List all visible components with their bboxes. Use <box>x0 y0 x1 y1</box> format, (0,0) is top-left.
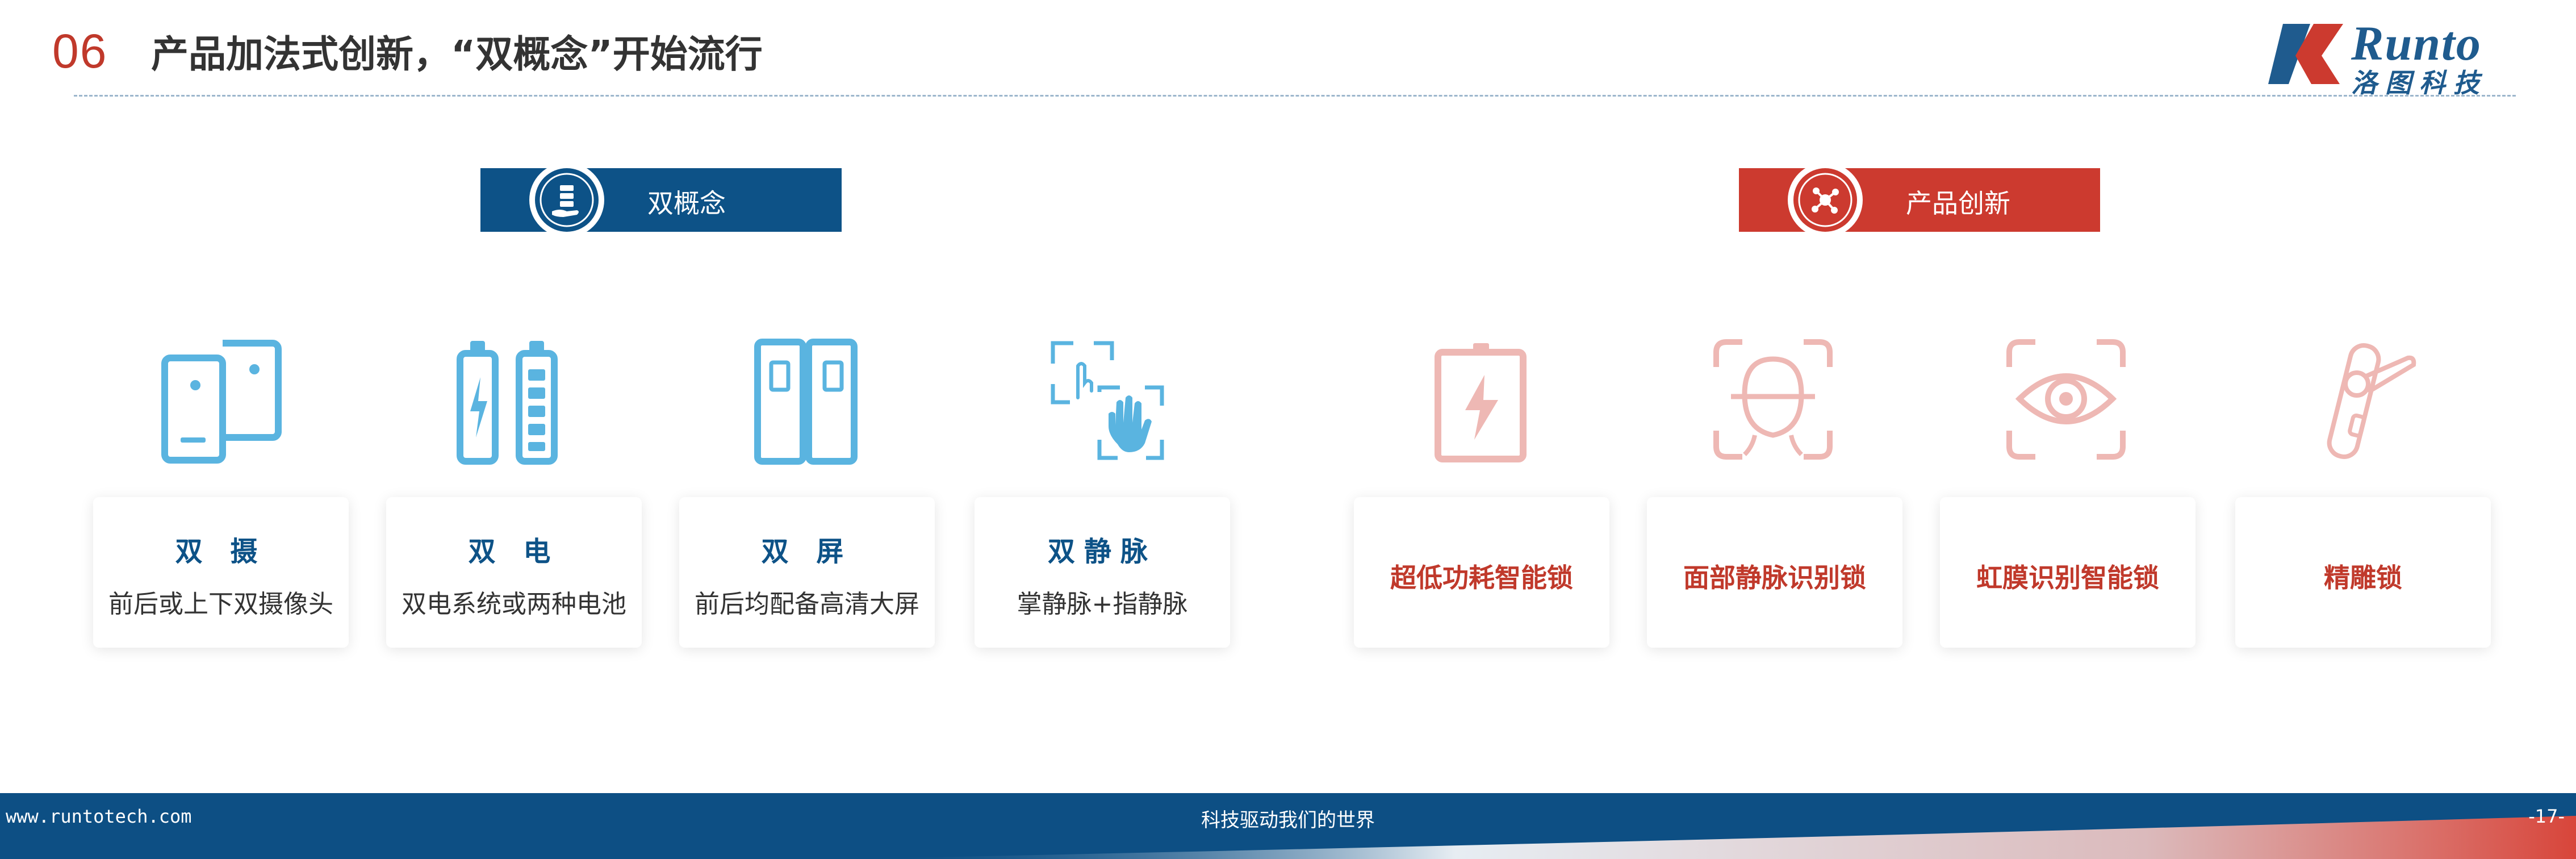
card-description: 双电系统或两种电池 <box>402 590 626 619</box>
face-scan-icon <box>1713 339 1833 460</box>
dual-concept-banner: 双概念 <box>480 162 842 237</box>
dual-vein-card: 双静脉 掌静脉+指静脉 <box>975 497 1230 648</box>
low-power-icon <box>1435 343 1527 462</box>
section-number: 06 <box>52 24 108 78</box>
iris-lock-card: 虹膜识别智能锁 <box>1940 497 2196 648</box>
iris-scan-icon <box>2006 339 2126 460</box>
page-title: 产品加法式创新，“双概念”开始流行 <box>151 32 763 76</box>
molecule-icon <box>1793 168 1857 232</box>
dual-camera-card: 双 摄 前后或上下双摄像头 <box>93 497 349 648</box>
card-title: 超低功耗智能锁 <box>1390 562 1573 593</box>
product-innovation-banner: 产品创新 <box>1739 162 2100 237</box>
footer-bar: www.runtotech.com 科技驱动我们的世界 -17- <box>0 793 2576 859</box>
card-title: 双 电 <box>468 536 560 568</box>
header-divider <box>74 95 2516 97</box>
low-power-lock-card: 超低功耗智能锁 <box>1354 497 1609 648</box>
card-description: 前后均配备高清大屏 <box>695 590 919 619</box>
card-title: 双 摄 <box>175 536 267 568</box>
card-title: 精雕锁 <box>2324 562 2402 593</box>
face-vein-lock-card: 面部静脉识别锁 <box>1647 497 1902 648</box>
product-innovation-label: 产品创新 <box>1906 188 2010 219</box>
card-description: 掌静脉+指静脉 <box>1017 590 1188 619</box>
card-title: 双静脉 <box>1047 536 1157 568</box>
card-title: 面部静脉识别锁 <box>1683 562 1866 593</box>
card-title: 虹膜识别智能锁 <box>1976 562 2159 593</box>
logo-mark-icon <box>2268 24 2343 84</box>
palm-vein-icon <box>1051 341 1164 460</box>
card-title: 双 屏 <box>761 536 853 568</box>
carved-lock-card: 精雕锁 <box>2235 497 2491 648</box>
dual-screen-card: 双 屏 前后均配备高清大屏 <box>679 497 935 648</box>
dual-battery-icon <box>457 341 558 465</box>
hand-stack-icon <box>535 168 599 232</box>
dual-phone-icon <box>161 340 282 464</box>
dual-screen-icon <box>754 339 858 465</box>
page-number: -17- <box>2528 806 2565 827</box>
door-handle-icon <box>2327 343 2416 459</box>
dual-battery-card: 双 电 双电系统或两种电池 <box>386 497 642 648</box>
footer-slogan: 科技驱动我们的世界 <box>1201 809 1375 832</box>
logo-chinese-name: 洛图科技 <box>2351 68 2487 98</box>
logo: Runto 洛图科技 <box>2266 16 2561 98</box>
dual-concept-label: 双概念 <box>647 188 726 219</box>
card-description: 前后或上下双摄像头 <box>108 590 333 619</box>
